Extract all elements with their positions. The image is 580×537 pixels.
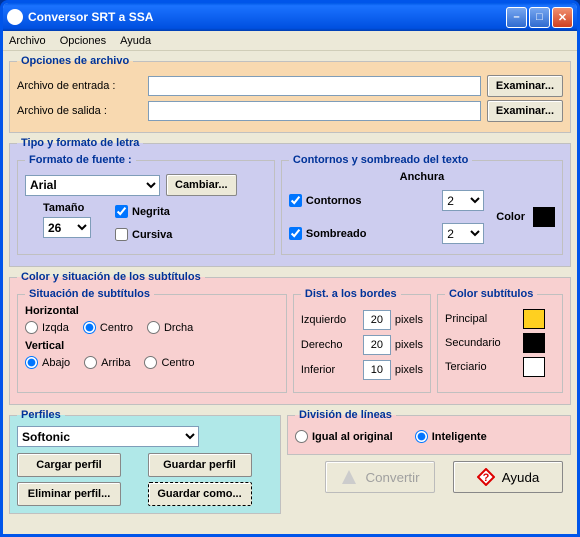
save-as-button[interactable]: Guardar como... (148, 482, 252, 506)
subtitle-color-legend: Color subtítulos (445, 288, 537, 300)
shadow-width-select[interactable]: 2 (442, 223, 484, 244)
outline-group: Contornos y sombreado del texto Anchura … (281, 154, 563, 255)
bold-checkbox[interactable]: Negrita (115, 205, 172, 218)
dist-right-label: Derecho (301, 339, 359, 351)
dist-right-field[interactable] (363, 335, 391, 355)
h-center-radio[interactable]: Centro (83, 321, 133, 334)
change-font-button[interactable]: Cambiar... (166, 174, 237, 196)
file-options-legend: Opciones de archivo (17, 55, 133, 67)
tertiary-color-swatch[interactable] (523, 357, 545, 377)
input-file-field[interactable] (148, 76, 481, 96)
outline-color-label: Color (496, 211, 525, 223)
secondary-label: Secundario (445, 337, 523, 349)
titlebar[interactable]: Conversor SRT a SSA – □ ✕ (3, 3, 577, 31)
font-format-legend: Formato de fuente : (25, 154, 136, 166)
dist-bottom-field[interactable] (363, 360, 391, 380)
horizontal-label: Horizontal (25, 305, 279, 317)
position-group: Color y situación de los subtítulos Situ… (9, 271, 571, 405)
font-select[interactable]: Arial (25, 175, 160, 196)
file-options-group: Opciones de archivo Archivo de entrada :… (9, 55, 571, 133)
h-right-radio[interactable]: Drcha (147, 321, 193, 334)
load-profile-button[interactable]: Cargar perfil (17, 453, 121, 477)
position-legend: Color y situación de los subtítulos (17, 271, 205, 283)
input-file-label: Archivo de entrada : (17, 80, 142, 92)
convert-icon (340, 468, 358, 486)
font-format-group: Formato de fuente : Arial Cambiar... Tam… (17, 154, 275, 255)
convert-button[interactable]: Convertir (325, 461, 435, 493)
dist-bottom-label: Inferior (301, 364, 359, 376)
shadow-checkbox[interactable]: Sombreado (289, 227, 367, 240)
outline-checkbox[interactable]: Contornos (289, 194, 362, 207)
menu-ayuda[interactable]: Ayuda (120, 35, 151, 47)
distance-legend: Dist. a los bordes (301, 288, 401, 300)
save-profile-button[interactable]: Guardar perfil (148, 453, 252, 477)
menu-archivo[interactable]: Archivo (9, 35, 46, 47)
situation-legend: Situación de subtítulos (25, 288, 154, 300)
italic-checkbox[interactable]: Cursiva (115, 228, 172, 241)
delete-profile-button[interactable]: Eliminar perfil... (17, 482, 121, 506)
outline-legend: Contornos y sombreado del texto (289, 154, 472, 166)
profiles-group: Perfiles Softonic Cargar perfil Guardar … (9, 409, 281, 514)
line-division-group: División de líneas Igual al original Int… (287, 409, 571, 455)
window-title: Conversor SRT a SSA (28, 10, 506, 24)
division-original-radio[interactable]: Igual al original (295, 430, 393, 443)
outline-width-select[interactable]: 2 (442, 190, 484, 211)
dist-left-field[interactable] (363, 310, 391, 330)
v-bottom-radio[interactable]: Abajo (25, 356, 70, 369)
secondary-color-swatch[interactable] (523, 333, 545, 353)
maximize-button[interactable]: □ (529, 7, 550, 28)
app-icon (7, 9, 23, 25)
v-center-radio[interactable]: Centro (144, 356, 194, 369)
output-file-field[interactable] (148, 101, 481, 121)
app-window: Conversor SRT a SSA – □ ✕ Archivo Opcion… (0, 0, 580, 537)
dist-left-label: Izquierdo (301, 314, 359, 326)
help-button[interactable]: ? Ayuda (453, 461, 563, 493)
outline-color-swatch[interactable] (533, 207, 555, 227)
size-select[interactable]: 26 (43, 217, 91, 238)
primary-color-swatch[interactable] (523, 309, 545, 329)
close-button[interactable]: ✕ (552, 7, 573, 28)
font-group: Tipo y formato de letra Formato de fuent… (9, 137, 571, 267)
menu-opciones[interactable]: Opciones (60, 35, 106, 47)
width-label: Anchura (289, 171, 555, 183)
profiles-legend: Perfiles (17, 409, 65, 421)
profile-select[interactable]: Softonic (17, 426, 199, 447)
division-smart-radio[interactable]: Inteligente (415, 430, 487, 443)
svg-text:?: ? (482, 472, 489, 484)
font-legend: Tipo y formato de letra (17, 137, 143, 149)
tertiary-label: Terciario (445, 361, 523, 373)
distance-group: Dist. a los bordes Izquierdopixels Derec… (293, 288, 431, 393)
v-top-radio[interactable]: Arriba (84, 356, 130, 369)
h-left-radio[interactable]: Izqda (25, 321, 69, 334)
help-icon: ? (477, 468, 495, 486)
situation-group: Situación de subtítulos Horizontal Izqda… (17, 288, 287, 393)
menubar: Archivo Opciones Ayuda (3, 31, 577, 51)
minimize-button[interactable]: – (506, 7, 527, 28)
size-label: Tamaño (43, 202, 91, 214)
output-browse-button[interactable]: Examinar... (487, 100, 563, 122)
primary-label: Principal (445, 313, 523, 325)
input-browse-button[interactable]: Examinar... (487, 75, 563, 97)
vertical-label: Vertical (25, 340, 279, 352)
line-division-legend: División de líneas (295, 409, 396, 421)
output-file-label: Archivo de salida : (17, 105, 142, 117)
subtitle-color-group: Color subtítulos Principal Secundario Te… (437, 288, 563, 393)
